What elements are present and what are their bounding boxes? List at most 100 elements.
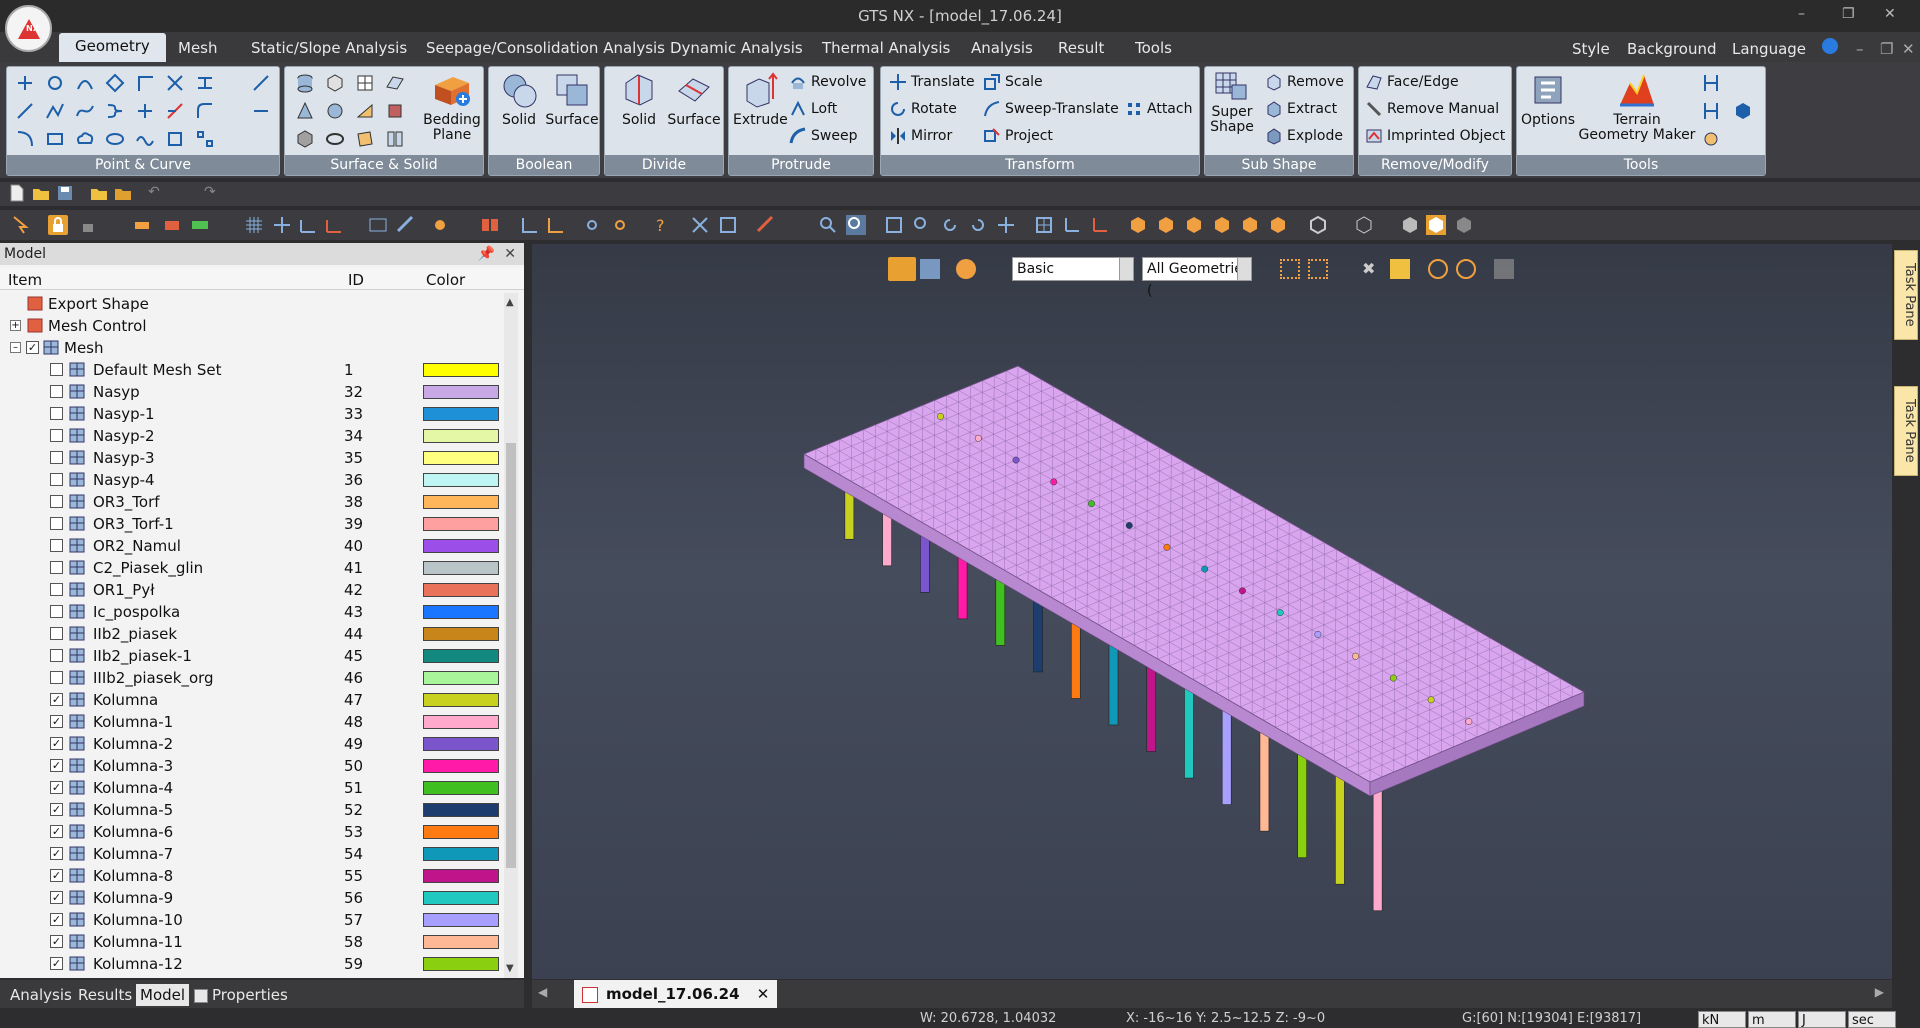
tree-row[interactable]: OR3_Torf-1 39: [0, 513, 504, 535]
lock-icon[interactable]: [48, 215, 68, 235]
element-icon[interactable]: [546, 215, 566, 235]
curve-icon[interactable]: [15, 129, 35, 149]
tree-row[interactable]: IIIb2_piasek_org 46: [0, 667, 504, 689]
view-iso-icon[interactable]: [1128, 215, 1148, 235]
tab-model[interactable]: Model: [136, 984, 190, 1006]
diamond-icon[interactable]: [105, 73, 125, 93]
color-swatch[interactable]: [423, 847, 499, 861]
zoom-icon[interactable]: [912, 215, 932, 235]
visibility-checkbox[interactable]: [50, 605, 63, 618]
zoom-all-icon[interactable]: [884, 215, 904, 235]
unlock-icon[interactable]: [78, 215, 98, 235]
tree-row[interactable]: ✓ Kolumna-3 50: [0, 755, 504, 777]
boolean-solid-button[interactable]: Solid: [493, 71, 545, 128]
tree-row[interactable]: ✓ Kolumna-11 58: [0, 931, 504, 953]
energy-unit-select[interactable]: J: [1798, 1011, 1846, 1028]
ribbon-close-icon[interactable]: ✕: [1902, 40, 1915, 58]
shaded-edges-icon[interactable]: [1426, 215, 1446, 235]
tree-row[interactable]: – ✓ Mesh: [0, 337, 504, 359]
tree-row[interactable]: Export Shape: [0, 293, 504, 315]
explode-button[interactable]: Explode: [1265, 125, 1343, 149]
visibility-checkbox[interactable]: [50, 517, 63, 530]
trim-icon[interactable]: [135, 101, 155, 121]
visibility-checkbox[interactable]: [50, 407, 63, 420]
expander-icon[interactable]: +: [10, 320, 21, 331]
ellipse-icon[interactable]: [105, 129, 125, 149]
tool-icon-4[interactable]: [1733, 101, 1753, 121]
minimize-icon[interactable]: –: [1798, 6, 1805, 22]
sphere-icon[interactable]: [325, 101, 345, 121]
network-icon[interactable]: [718, 215, 738, 235]
3d-viewport[interactable]: Basic All Geometries ( ✖: [532, 244, 1892, 979]
tree-row[interactable]: ✓ Kolumna-10 57: [0, 909, 504, 931]
arc-icon[interactable]: [75, 73, 95, 93]
rotate-view-2-icon[interactable]: [968, 215, 988, 235]
document-tab[interactable]: model_17.06.24 ✕: [574, 980, 778, 1008]
color-bar-icon[interactable]: [190, 215, 210, 235]
color-swatch[interactable]: [423, 385, 499, 399]
length-unit-select[interactable]: m: [1748, 1011, 1796, 1028]
tree-row[interactable]: ✓ Kolumna-8 55: [0, 865, 504, 887]
mirror-button[interactable]: Mirror: [889, 125, 952, 149]
rectangle-icon[interactable]: [45, 129, 65, 149]
visibility-checkbox[interactable]: [50, 627, 63, 640]
color-swatch[interactable]: [423, 803, 499, 817]
color-swatch[interactable]: [423, 935, 499, 949]
save-icon[interactable]: [56, 184, 76, 204]
color-swatch[interactable]: [423, 671, 499, 685]
color-swatch[interactable]: [423, 715, 499, 729]
tool-icon-1[interactable]: [1701, 73, 1721, 93]
ribbon-restore-icon[interactable]: ❐: [1880, 40, 1893, 58]
prism-icon[interactable]: [295, 129, 315, 149]
extend-icon[interactable]: [165, 101, 185, 121]
tool-icon-2[interactable]: [1701, 101, 1721, 121]
super-shape-button[interactable]: Super Shape: [1209, 71, 1255, 135]
visibility-checkbox[interactable]: [50, 473, 63, 486]
visibility-checkbox[interactable]: [50, 495, 63, 508]
wireframe-icon[interactable]: [1308, 215, 1328, 235]
cone-icon[interactable]: [295, 101, 315, 121]
tree-row[interactable]: Ic_pospolka 43: [0, 601, 504, 623]
pin-icon[interactable]: 📌: [478, 246, 495, 262]
tree-row[interactable]: Nasyp-1 33: [0, 403, 504, 425]
visibility-checkbox[interactable]: [50, 583, 63, 596]
color-swatch[interactable]: [423, 561, 499, 575]
book-icon[interactable]: [480, 215, 500, 235]
array-icon[interactable]: [195, 129, 215, 149]
imprinted-object-button[interactable]: Imprinted Object: [1365, 125, 1505, 149]
loft-button[interactable]: Loft: [789, 98, 837, 122]
help-icon[interactable]: [1822, 38, 1838, 54]
snap-icon[interactable]: [272, 215, 292, 235]
sweep-translate-button[interactable]: Sweep-Translate: [983, 98, 1119, 122]
color-swatch[interactable]: [423, 869, 499, 883]
divide-curve-icon[interactable]: [251, 73, 271, 93]
scroll-right-icon[interactable]: ▶: [1875, 985, 1884, 999]
pan-icon[interactable]: [996, 215, 1016, 235]
axis-icon[interactable]: [1062, 215, 1082, 235]
visibility-checkbox[interactable]: ✓: [50, 891, 63, 904]
sweep-button[interactable]: Sweep: [789, 125, 857, 149]
view-right-icon[interactable]: [1212, 215, 1232, 235]
query-icon[interactable]: ?: [652, 215, 672, 235]
visibility-checkbox[interactable]: ✓: [50, 957, 63, 970]
edit-curve-icon[interactable]: [251, 101, 271, 121]
visibility-checkbox[interactable]: ✓: [50, 935, 63, 948]
column-id[interactable]: ID: [348, 271, 364, 289]
corner-icon[interactable]: [135, 73, 155, 93]
mesh-view-icon[interactable]: [1354, 215, 1374, 235]
tree-row[interactable]: IIb2_piasek 44: [0, 623, 504, 645]
remove-button[interactable]: Remove: [1265, 71, 1344, 95]
fill-surface-icon[interactable]: [355, 129, 375, 149]
tab-results[interactable]: Results: [74, 984, 136, 1006]
visibility-checkbox[interactable]: [50, 671, 63, 684]
tab-mesh[interactable]: Mesh: [178, 39, 218, 57]
color-swatch[interactable]: [423, 583, 499, 597]
visibility-checkbox[interactable]: ✓: [50, 847, 63, 860]
tree-row[interactable]: ✓ Kolumna-2 49: [0, 733, 504, 755]
circle-point-icon[interactable]: [45, 73, 65, 93]
extrude-button[interactable]: Extrude: [733, 71, 788, 128]
zoom-fit-icon[interactable]: [818, 215, 838, 235]
tool-icon-3[interactable]: [1701, 129, 1721, 149]
cylinder-icon[interactable]: [295, 73, 315, 93]
measure-icon[interactable]: [756, 215, 776, 235]
